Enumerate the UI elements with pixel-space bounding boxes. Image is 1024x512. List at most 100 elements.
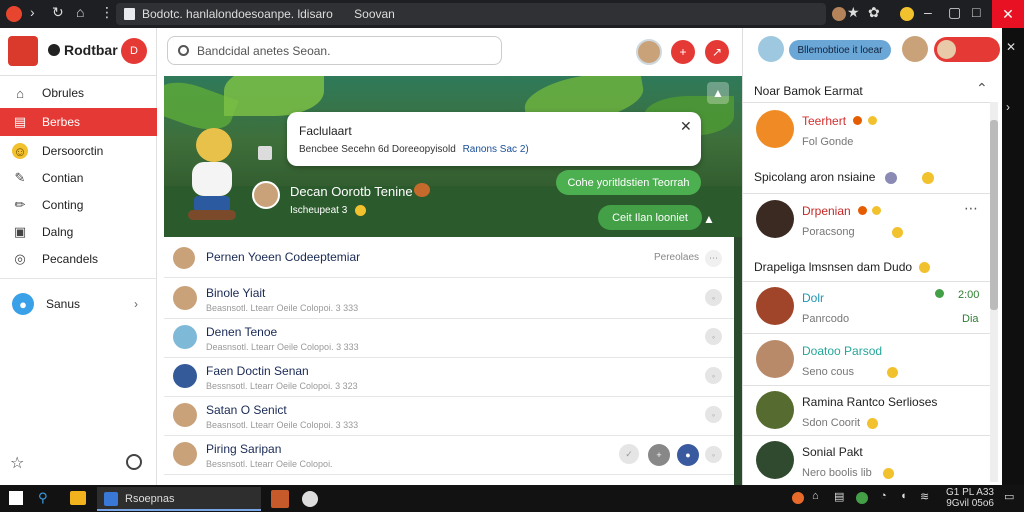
avatar <box>173 442 197 466</box>
brand-badge-icon[interactable]: D <box>121 38 147 64</box>
check-icon[interactable]: ✓ <box>619 444 639 464</box>
image-icon[interactable]: ▲ <box>707 82 729 104</box>
taskbar-app-label: Rsoepnas <box>125 493 175 505</box>
search-input[interactable]: Bandcidal anetes Seoan. <box>167 36 502 65</box>
sidebar-item-conting[interactable]: ✏ Conting <box>0 191 157 219</box>
friend-name: Ramina Rantco Serlioses <box>802 395 938 409</box>
item-subtext: Bessnsotl. Ltearr Oeile Colopoi. <box>206 459 333 469</box>
clock[interactable]: G1 PL A33 9Gvil 05o6 <box>944 487 994 509</box>
chat-icon[interactable] <box>126 454 142 470</box>
list-item[interactable]: Satan O Senict Beasnsotl. Ltearr Oeile C… <box>164 397 734 436</box>
scrollbar-thumb[interactable] <box>990 120 998 310</box>
friend-avatar <box>756 340 794 378</box>
brand-dot-icon <box>48 44 60 56</box>
more-options-icon[interactable]: ⋯ <box>964 200 978 217</box>
clock-time: G1 PL A33 <box>946 487 994 498</box>
user-avatar[interactable] <box>636 39 662 65</box>
tray-icon[interactable]: ▤ <box>834 490 844 503</box>
list-edge <box>734 237 742 485</box>
list-header-right: Pereolaes <box>654 252 700 263</box>
star-icon[interactable]: ★ <box>847 4 860 21</box>
sidebar-item-contian[interactable]: ✎ Contian <box>0 164 157 192</box>
maximize-icon[interactable]: □ <box>972 4 980 20</box>
reload-icon[interactable]: ↻ <box>52 4 64 21</box>
list-header-title: Pernen Yoeen Codeeptemiar <box>206 250 361 264</box>
primary-action-button[interactable]: Cohe yoritldstien Teorrah <box>556 170 701 195</box>
profile-action-icon[interactable]: ● <box>677 444 699 466</box>
address-text: Bodotc. hanlalondoesoanpe. ldisaro <box>142 7 333 21</box>
more-icon[interactable]: ◦ <box>705 328 722 345</box>
sidebar-item-berbes[interactable]: ▤ Berbes <box>0 108 157 136</box>
forward-icon[interactable]: › <box>30 4 35 20</box>
friend-row[interactable]: Teerhert Fol Gonde <box>752 106 992 158</box>
list-item[interactable]: Faen Doctin Senan Bessnsotl. Ltearr Oeil… <box>164 358 734 397</box>
more-icon[interactable]: ◦ <box>705 446 722 463</box>
list-item[interactable]: Binole Yiait Beasnsotl. Ltearr Oeile Col… <box>164 280 734 319</box>
sidebar-item-dalng[interactable]: ▣ Dalng <box>0 218 157 246</box>
menu-icon[interactable]: ⋮ <box>100 4 114 21</box>
emoji-icon: ☺ <box>12 143 28 159</box>
sidebar-item-dersoorctin[interactable]: ☺ Dersoorctin <box>0 137 157 165</box>
star-outline-icon[interactable]: ☆ <box>10 453 24 473</box>
notification-center-icon[interactable]: ▭ <box>1004 490 1014 503</box>
tray-icon[interactable] <box>792 492 804 504</box>
friend-row[interactable]: Sonial Pakt Nero boolis lib <box>752 437 992 483</box>
list-item[interactable]: Piring Saripan Bessnsotl. Ltearr Oeile C… <box>164 436 734 475</box>
more-icon[interactable]: ◦ <box>705 367 722 384</box>
tray-icon[interactable]: ⌂ <box>812 490 819 502</box>
friend-row[interactable]: Drpenian Poracsong ⋯ <box>752 196 992 248</box>
arrow-icon[interactable]: › <box>1006 100 1010 114</box>
more-icon[interactable]: ◦ <box>705 406 722 423</box>
friend-avatar[interactable] <box>902 36 928 62</box>
smile-icon <box>355 205 367 216</box>
friend-row[interactable]: Doatoo Parsod Seno cous <box>752 336 992 388</box>
more-icon[interactable]: ⋯ <box>705 250 722 267</box>
tray-icon[interactable] <box>856 492 868 504</box>
badge-icon <box>858 206 868 215</box>
inbox-icon: ▤ <box>13 114 27 129</box>
wifi-icon[interactable]: ≋ <box>920 490 929 503</box>
online-dot-icon <box>935 289 944 298</box>
search-icon <box>178 45 189 56</box>
plus-icon[interactable]: + <box>648 444 670 466</box>
address-bar[interactable]: Bodotc. hanlalondoesoanpe. ldisaro Soova… <box>116 3 826 25</box>
profile-avatar[interactable] <box>252 181 280 209</box>
list-item[interactable]: Denen Tenoe Deasnsotl. Ltearr Oeile Colo… <box>164 319 734 358</box>
panel-avatar[interactable] <box>758 36 784 62</box>
close-window-icon[interactable]: ✕ <box>992 0 1024 28</box>
start-icon[interactable] <box>9 491 23 505</box>
close-panel-icon[interactable]: ✕ <box>1006 40 1016 54</box>
game-app-icon[interactable] <box>271 490 289 508</box>
extension-badge-icon[interactable] <box>900 7 914 21</box>
chrome-app-icon[interactable] <box>302 491 318 507</box>
sidebar-item-obrules[interactable]: ⌂ Obrules <box>0 79 157 107</box>
profile-small-icon[interactable] <box>832 7 846 21</box>
folder-icon[interactable] <box>70 491 86 505</box>
home-browser-icon[interactable]: ⌂ <box>76 4 84 20</box>
share-button[interactable]: ↗ <box>705 40 729 64</box>
extension-icon[interactable]: ✿ <box>868 4 880 21</box>
more-icon[interactable]: ◦ <box>705 289 722 306</box>
network-icon[interactable]: ◔ <box>880 490 887 502</box>
minimize-icon[interactable]: – <box>924 4 932 20</box>
sidebar-item-label: Pecandels <box>42 252 99 266</box>
sidebar-item-sanus[interactable]: ● Sanus › <box>0 290 157 318</box>
friend-name: Teerhert <box>802 114 877 128</box>
restore-icon[interactable]: ▢ <box>948 4 961 21</box>
item-name: Denen Tenoe <box>206 325 278 339</box>
close-icon[interactable]: ✕ <box>680 118 692 135</box>
chevron-up-icon[interactable]: ⌃ <box>976 80 988 97</box>
item-subtext: Deasnsotl. Ltearr Oeile Colopoi. 3 333 <box>206 342 359 352</box>
notification-button[interactable]: + <box>671 40 695 64</box>
brand-name: Rodtbar <box>64 42 118 58</box>
volume-icon[interactable]: ◖ <box>900 490 907 502</box>
friend-row[interactable]: Dolr Panrcodo 2:00 Dia <box>752 283 992 335</box>
secondary-action-button[interactable]: Ceit Ilan looniet <box>598 205 702 230</box>
status-pill[interactable]: Bllemobtioe it loear <box>789 40 891 60</box>
popup-link[interactable]: Ranons Sac 2) <box>463 144 529 155</box>
friend-row[interactable]: Ramina Rantco Serlioses Sdon Coorit <box>752 387 992 439</box>
search-taskbar-icon[interactable]: ⚲ <box>38 490 48 506</box>
taskbar-app-button[interactable]: Rsoepnas <box>97 487 261 511</box>
red-action-button[interactable] <box>934 37 1000 62</box>
sidebar-item-pecandels[interactable]: ◎ Pecandels <box>0 245 157 273</box>
